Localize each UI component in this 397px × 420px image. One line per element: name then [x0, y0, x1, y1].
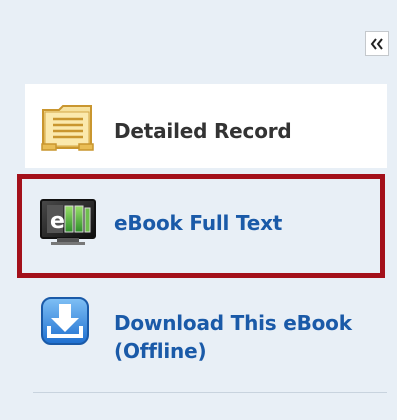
svg-text:e: e: [50, 209, 65, 234]
menu-item-label: eBook Full Text: [114, 211, 283, 235]
menu-item-download-ebook[interactable]: Download This eBook (Offline): [25, 285, 387, 373]
download-icon: [39, 296, 97, 345]
folder-document-icon: [39, 104, 97, 152]
double-chevron-left-icon: [370, 37, 383, 50]
ebook-monitor-icon: e: [39, 198, 97, 246]
label-line-2: (Offline): [114, 339, 207, 363]
collapse-panel-button[interactable]: [365, 31, 389, 56]
side-panel: Detailed Record e eBook Full Text Downlo…: [0, 0, 397, 420]
label-line-1: Download This eBook: [114, 311, 352, 335]
menu-item-label: Download This eBook (Offline): [114, 309, 384, 365]
divider: [33, 392, 387, 393]
menu-item-detailed-record[interactable]: Detailed Record: [25, 84, 387, 168]
menu-item-ebook-full-text[interactable]: e eBook Full Text: [25, 178, 387, 268]
menu-item-label: Detailed Record: [114, 119, 292, 143]
